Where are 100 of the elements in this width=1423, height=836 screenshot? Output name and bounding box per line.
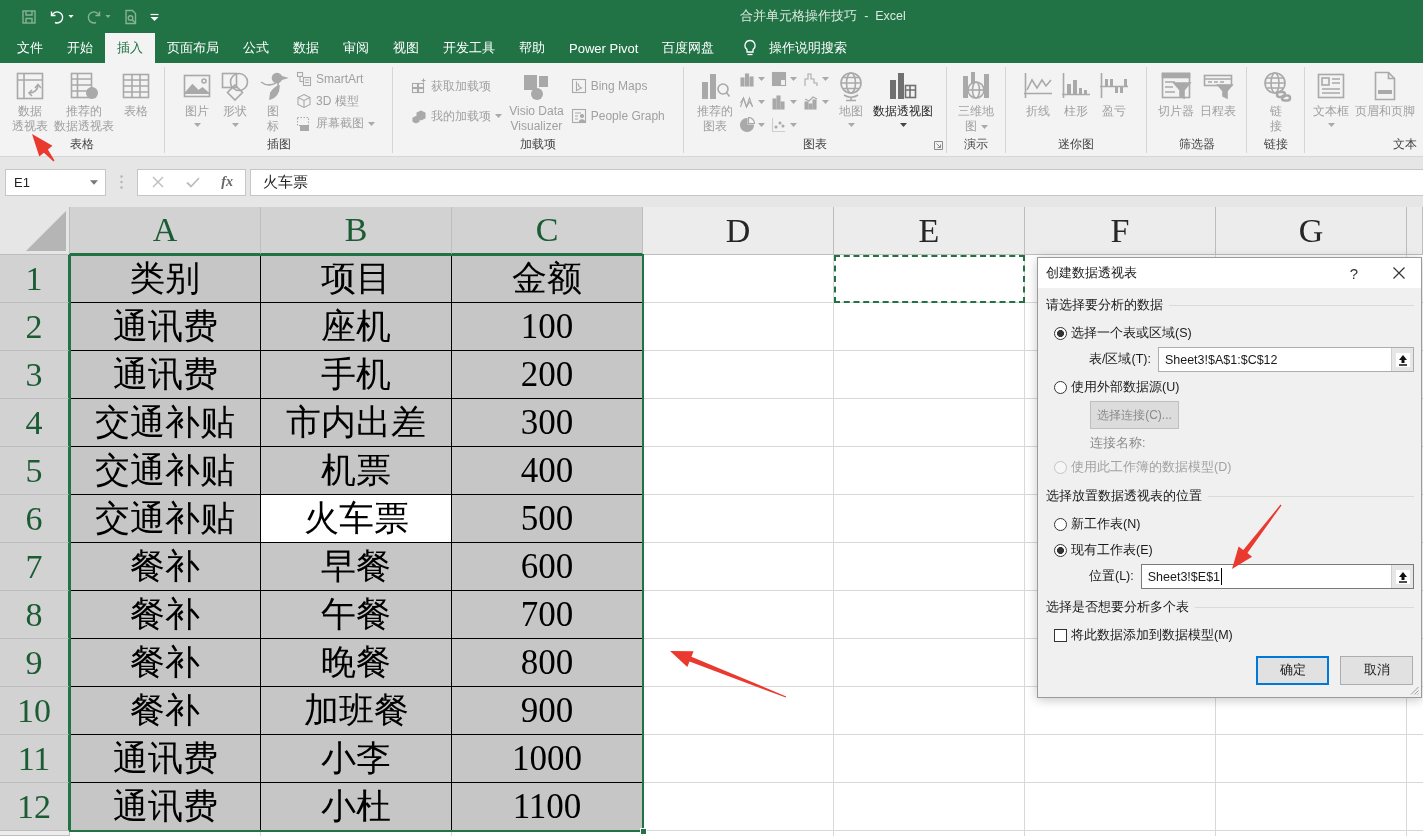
cubes-icon bbox=[411, 108, 428, 124]
caret-icon bbox=[758, 122, 765, 127]
column-header[interactable]: G bbox=[1216, 207, 1407, 255]
sheet-cell: 类别 bbox=[70, 255, 261, 303]
ribbon-tab[interactable]: 页面布局 bbox=[155, 33, 231, 63]
column-header[interactable]: A bbox=[70, 207, 261, 255]
customize-icon[interactable] bbox=[150, 11, 159, 22]
window-title: 合并单元格操作技巧 - Excel bbox=[740, 8, 906, 25]
ribbon-tab[interactable]: 开始 bbox=[55, 33, 105, 63]
formula-field[interactable]: 火车票 bbox=[250, 168, 1423, 196]
dialog-launcher-icon[interactable] bbox=[934, 141, 943, 150]
row-header[interactable]: 2 bbox=[0, 303, 70, 351]
annotation-arrow bbox=[32, 134, 55, 162]
row-header[interactable]: 7 bbox=[0, 543, 70, 591]
column-header[interactable]: D bbox=[643, 207, 834, 255]
ribbon-tab[interactable]: Power Pivot bbox=[557, 33, 651, 63]
sheet-cell: 加班餐 bbox=[261, 687, 452, 735]
row-header[interactable]: 3 bbox=[0, 351, 70, 399]
row-header[interactable]: 11 bbox=[0, 735, 70, 783]
caret-icon bbox=[105, 15, 111, 18]
row-header[interactable]: 4 bbox=[0, 399, 70, 447]
ribbon-tab[interactable]: 审阅 bbox=[331, 33, 381, 63]
group-label: 加载项 bbox=[520, 135, 556, 153]
dialog-button[interactable]: 取消 bbox=[1340, 656, 1413, 685]
tell-me-search[interactable]: 操作说明搜索 bbox=[769, 39, 848, 57]
insert-function-button[interactable]: fx bbox=[221, 174, 233, 190]
checkbox[interactable] bbox=[1054, 628, 1067, 642]
caret-icon bbox=[193, 123, 201, 127]
sheet-cell: 机票 bbox=[261, 447, 452, 495]
radio-button[interactable] bbox=[1054, 380, 1067, 394]
caret-icon bbox=[822, 99, 829, 104]
radio-label[interactable]: 新工作表(N) bbox=[1071, 513, 1141, 535]
sheet-cell: 600 bbox=[452, 543, 643, 591]
row-header[interactable]: 1 bbox=[0, 255, 70, 303]
ribbon-tab[interactable]: 文件 bbox=[5, 33, 55, 63]
resize-grip-icon[interactable] bbox=[1409, 685, 1419, 695]
sheet-cell: 500 bbox=[452, 495, 643, 543]
range-field[interactable]: Sheet3!$E$1 bbox=[1140, 564, 1414, 589]
lightbulb-icon[interactable] bbox=[743, 39, 758, 57]
ribbon-button[interactable]: 数据透视图 bbox=[871, 67, 935, 131]
waterfall-chart-icon bbox=[803, 70, 819, 87]
ribbon-tab[interactable]: 公式 bbox=[231, 33, 281, 63]
save-icon bbox=[21, 8, 37, 25]
checkbox-label[interactable]: 将此数据添加到数据模型(M) bbox=[1071, 624, 1233, 646]
collapse-button[interactable] bbox=[1391, 565, 1413, 588]
sheet-cell: 座机 bbox=[261, 303, 452, 351]
text-cursor-icon bbox=[1221, 568, 1223, 585]
row-header[interactable]: 6 bbox=[0, 495, 70, 543]
cancel-icon[interactable] bbox=[152, 176, 164, 188]
column-header[interactable] bbox=[1407, 207, 1423, 255]
annotation-arrow bbox=[1232, 504, 1282, 569]
dialog-note: 连接名称: bbox=[1090, 434, 1146, 452]
caret-icon bbox=[899, 123, 907, 127]
row-header[interactable] bbox=[0, 831, 70, 836]
field-label: 表/区域(T): bbox=[1089, 351, 1151, 368]
name-box[interactable]: E1 bbox=[5, 168, 106, 196]
section-heading: 选择放置数据透视表的位置 bbox=[1046, 487, 1202, 505]
ribbon-tab[interactable]: 百度网盘 bbox=[650, 33, 727, 63]
caret-icon bbox=[231, 123, 239, 127]
ribbon-tab[interactable]: 数据 bbox=[281, 33, 331, 63]
radio-label[interactable]: 使用外部数据源(U) bbox=[1071, 376, 1180, 398]
radio-button[interactable] bbox=[1054, 517, 1067, 531]
ribbon-tab[interactable]: 插入 bbox=[105, 33, 155, 63]
table-badge-icon bbox=[68, 70, 100, 102]
range-field[interactable]: Sheet3!$A$1:$C$12 bbox=[1157, 347, 1414, 372]
sheet-cell: 小李 bbox=[261, 735, 452, 783]
sheet-cell: 交通补贴 bbox=[70, 399, 261, 447]
row-header[interactable]: 9 bbox=[0, 639, 70, 687]
help-button[interactable]: ? bbox=[1339, 259, 1369, 287]
column-header[interactable]: C bbox=[452, 207, 643, 255]
triangle-icon bbox=[26, 211, 66, 251]
fill-handle[interactable] bbox=[640, 828, 647, 835]
ribbon-tab[interactable]: 视图 bbox=[381, 33, 431, 63]
sheet-cell: 餐补 bbox=[70, 687, 261, 735]
column-header[interactable]: F bbox=[1025, 207, 1216, 255]
sheet-cell: 通讯费 bbox=[70, 783, 261, 831]
people-chart-icon bbox=[570, 108, 587, 124]
sheet-cell: 手机 bbox=[261, 351, 452, 399]
row-header[interactable]: 5 bbox=[0, 447, 70, 495]
radio-label[interactable]: 现有工作表(E) bbox=[1071, 539, 1153, 561]
sheet-cell: 午餐 bbox=[261, 591, 452, 639]
check-icon[interactable] bbox=[185, 176, 200, 188]
group-label: 插图 bbox=[266, 135, 291, 153]
globe-chart-icon bbox=[960, 70, 992, 102]
row-header[interactable]: 10 bbox=[0, 687, 70, 735]
radio-label[interactable]: 选择一个表或区域(S) bbox=[1071, 322, 1192, 344]
radio-button[interactable] bbox=[1054, 543, 1067, 557]
dialog-button[interactable]: 确定 bbox=[1256, 656, 1329, 685]
row-header[interactable]: 12 bbox=[0, 783, 70, 831]
ribbon-tab[interactable]: 帮助 bbox=[507, 33, 557, 63]
select-all-button[interactable] bbox=[0, 207, 70, 255]
collapse-button[interactable] bbox=[1391, 348, 1413, 371]
grip-icon[interactable] bbox=[120, 175, 123, 189]
radio-button[interactable] bbox=[1054, 326, 1067, 340]
row-header[interactable]: 8 bbox=[0, 591, 70, 639]
ribbon-tab[interactable]: 开发工具 bbox=[431, 33, 507, 63]
column-header[interactable]: E bbox=[834, 207, 1025, 255]
sheet-cell: 900 bbox=[452, 687, 643, 735]
column-header[interactable]: B bbox=[261, 207, 452, 255]
caret-icon bbox=[822, 76, 829, 81]
